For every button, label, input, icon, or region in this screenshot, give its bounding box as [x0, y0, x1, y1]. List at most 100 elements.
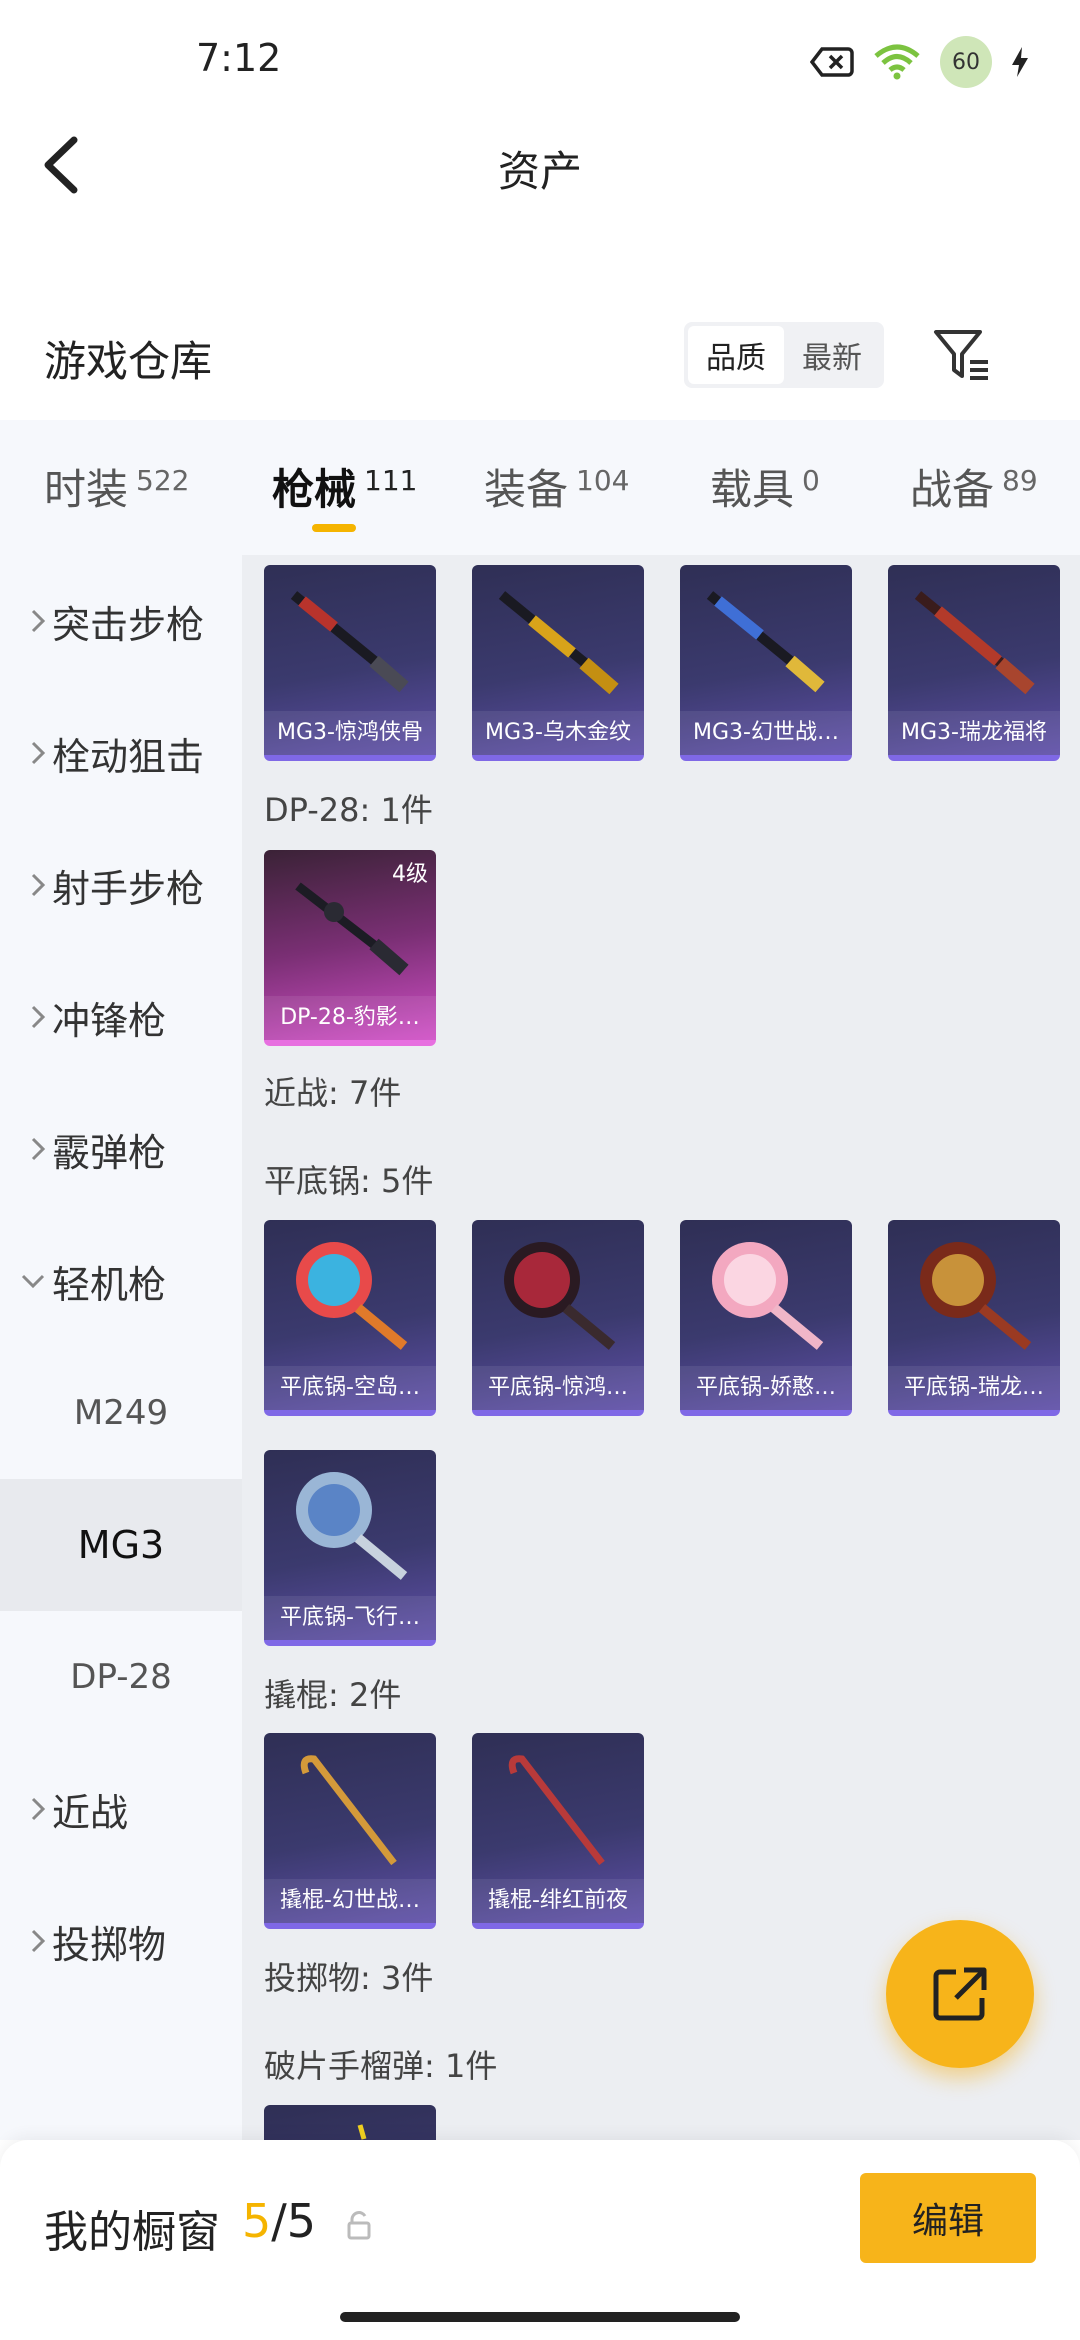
home-indicator [340, 2312, 740, 2322]
item-card-label: MG3-惊鸿侠骨 [264, 711, 436, 755]
section-header-throwable: 投掷物: 3件 [264, 1959, 434, 1997]
status-bar: 7:12 60 [0, 0, 1080, 120]
item-card-label: MG3-乌木金纹 [472, 711, 644, 755]
tab-fashion[interactable]: 时装 522 [44, 456, 189, 517]
item-card[interactable]: 平底锅-惊鸿… [472, 1220, 644, 1416]
item-card[interactable]: 平底锅-飞行… [264, 1450, 436, 1646]
battery-level: 60 [952, 49, 980, 75]
battery-indicator: 60 [940, 36, 992, 88]
tab-count: 0 [802, 464, 820, 497]
active-tab-indicator [312, 524, 356, 532]
share-button[interactable] [886, 1920, 1034, 2068]
item-card[interactable]: 平底锅-娇憨… [680, 1220, 852, 1416]
item-card-label: DP-28-豹影… [264, 996, 436, 1040]
sidebar-item-lmg[interactable]: 轻机枪 [0, 1215, 242, 1347]
item-card[interactable]: MG3-瑞龙福将 [888, 565, 1060, 761]
filter-icon[interactable] [930, 324, 994, 388]
crowbar-skin-icon [508, 1755, 605, 1866]
section-header-grenade: 破片手榴弹: 1件 [264, 2047, 498, 2085]
tab-supplies[interactable]: 战备 89 [910, 456, 1038, 517]
sidebar-sub-m249[interactable]: M249 [0, 1347, 242, 1479]
item-level-badge: 4级 [392, 862, 428, 887]
chevron-right-icon [0, 1796, 52, 1822]
item-card[interactable]: 撬棍-幻世战… [264, 1733, 436, 1929]
showcase-count-current: 5 [242, 2194, 272, 2248]
chevron-right-icon [0, 1928, 52, 1954]
tab-count: 522 [136, 464, 190, 497]
grenade-skin-icon [357, 2124, 367, 2140]
sidebar-item-shotgun[interactable]: 霰弹枪 [0, 1083, 242, 1215]
sort-newest-option[interactable]: 最新 [784, 326, 880, 384]
sidebar-item-assault-rifle[interactable]: 突击步枪 [0, 555, 242, 687]
charging-icon [1012, 47, 1028, 77]
pan-skin-icon [920, 1242, 1032, 1350]
item-card-label: 平底锅-瑞龙… [888, 1366, 1060, 1410]
sidebar-sub-mg3[interactable]: MG3 [0, 1479, 242, 1611]
item-card[interactable]: MG3-乌木金纹 [472, 565, 644, 761]
item-grid: MG3-惊鸿侠骨 MG3-乌木金纹 MG3-幻世战… MG3-瑞龙福将 DP-2… [242, 555, 1080, 2140]
chevron-right-icon [0, 608, 52, 634]
edit-button[interactable]: 编辑 [860, 2173, 1036, 2263]
item-card-label: MG3-幻世战… [680, 711, 852, 755]
item-card[interactable] [264, 2105, 436, 2140]
sidebar-item-marksman-rifle[interactable]: 射手步枪 [0, 819, 242, 951]
page-title: 资产 [497, 147, 582, 196]
tab-label: 枪械 [272, 465, 357, 514]
showcase-count: 5/5 [242, 2194, 316, 2248]
sidebar-item-smg[interactable]: 冲锋枪 [0, 951, 242, 1083]
section-header-melee: 近战: 7件 [264, 1074, 402, 1112]
sim-off-icon [810, 47, 854, 77]
pan-skin-icon [504, 1242, 616, 1350]
showcase-title: 我的橱窗 [44, 2207, 220, 2258]
item-card-label: 平底锅-飞行… [264, 1596, 436, 1640]
sidebar-item-label: 轻机枪 [52, 1262, 167, 1307]
chevron-right-icon [0, 740, 52, 766]
mg3-skin-icon [914, 591, 1035, 695]
mg3-skin-icon [498, 591, 619, 695]
header: 资产 [0, 120, 1080, 210]
sidebar-item-label: 栓动狙击 [52, 734, 205, 779]
sidebar-item-label: 近战 [52, 1790, 129, 1835]
warehouse-title: 游戏仓库 [44, 337, 213, 386]
tab-count: 104 [576, 464, 630, 497]
item-card-label: 平底锅-空岛… [264, 1366, 436, 1410]
sort-quality-option[interactable]: 品质 [688, 326, 784, 384]
sidebar-sub-dp28[interactable]: DP-28 [0, 1611, 242, 1743]
section-header-dp28: DP-28: 1件 [264, 791, 433, 829]
sidebar-item-throwables[interactable]: 投掷物 [0, 1875, 242, 2007]
unlock-icon [347, 2211, 371, 2240]
chevron-down-icon [0, 1273, 52, 1289]
tab-label: 载具 [710, 465, 795, 514]
chevron-right-icon [0, 1136, 52, 1162]
section-header-crowbar: 撬棍: 2件 [264, 1676, 402, 1714]
item-card[interactable]: MG3-幻世战… [680, 565, 852, 761]
sidebar-item-label: 突击步枪 [52, 602, 205, 647]
chevron-right-icon [0, 1004, 52, 1030]
pan-skin-icon [712, 1242, 824, 1350]
pan-skin-icon [296, 1242, 408, 1350]
sidebar-item-label: 射手步枪 [52, 866, 205, 911]
pan-skin-icon [296, 1472, 408, 1580]
tab-firearms[interactable]: 枪械 111 [272, 456, 417, 517]
warehouse-row: 游戏仓库 品质 最新 [0, 310, 1080, 400]
sidebar-item-label: 投掷物 [52, 1922, 167, 1967]
sidebar-item-bolt-sniper[interactable]: 栓动狙击 [0, 687, 242, 819]
tab-equipment[interactable]: 装备 104 [484, 456, 629, 517]
category-tabs: 时装 522 枪械 111 装备 104 载具 0 战备 89 [0, 420, 1080, 555]
status-icons: 60 [810, 36, 1030, 88]
item-card[interactable]: 4级 DP-28-豹影… [264, 850, 436, 1046]
status-time: 7:12 [196, 36, 282, 80]
sidebar-item-melee[interactable]: 近战 [0, 1743, 242, 1875]
item-card[interactable]: 平底锅-瑞龙… [888, 1220, 1060, 1416]
item-card[interactable]: 撬棍-绯红前夜 [472, 1733, 644, 1929]
item-card-label: 平底锅-娇憨… [680, 1366, 852, 1410]
sidebar-item-label: 霰弹枪 [52, 1130, 167, 1175]
tab-vehicles[interactable]: 载具 0 [710, 456, 820, 517]
tab-label: 装备 [484, 465, 569, 514]
mg3-skin-icon [290, 591, 409, 693]
item-card[interactable]: 平底锅-空岛… [264, 1220, 436, 1416]
item-card[interactable]: MG3-惊鸿侠骨 [264, 565, 436, 761]
tab-label: 战备 [910, 465, 995, 514]
crowbar-skin-icon [300, 1755, 397, 1866]
tab-count: 111 [364, 464, 418, 497]
